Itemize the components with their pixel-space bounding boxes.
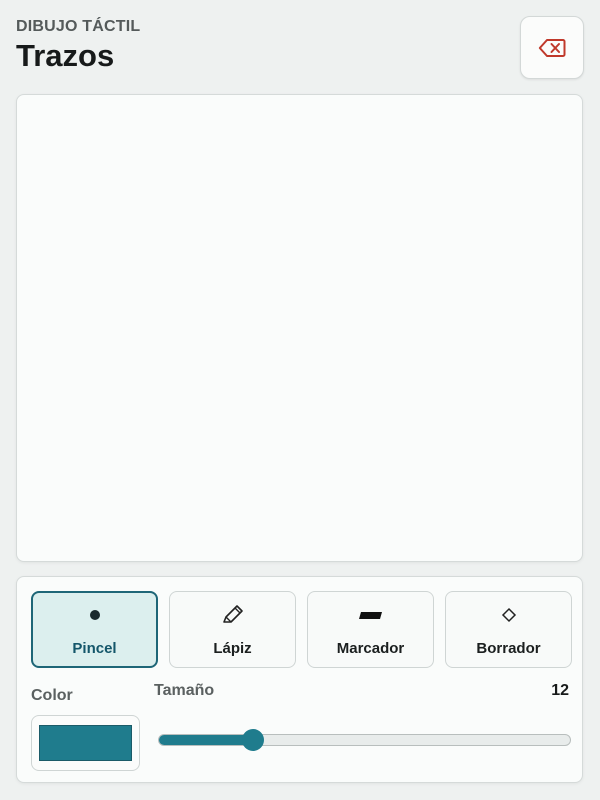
tool-lapiz-button[interactable]: Lápiz [169, 591, 296, 668]
eraser-diamond-icon [501, 602, 517, 628]
tool-label: Pincel [72, 640, 117, 657]
page-title: Trazos [16, 38, 115, 73]
tool-label: Marcador [336, 640, 405, 657]
app-eyebrow: DIBUJO TÁCTIL [16, 18, 141, 35]
color-picker[interactable] [31, 715, 140, 771]
slider-fill [159, 735, 254, 745]
tool-pincel-button[interactable]: Pincel [31, 591, 158, 668]
brush-dot-icon [89, 602, 101, 628]
drawing-canvas[interactable] [16, 94, 583, 562]
pencil-icon [221, 602, 245, 628]
tool-marcador-button[interactable]: Marcador [307, 591, 434, 668]
size-slider[interactable] [158, 728, 571, 752]
tool-panel: Pincel Lápiz Marcador Borrador Color Tam… [16, 576, 583, 783]
tool-borrador-button[interactable]: Borrador [445, 591, 572, 668]
backspace-icon [538, 38, 566, 57]
tool-selector: Pincel Lápiz Marcador Borrador [31, 591, 572, 668]
size-value: 12 [551, 682, 569, 699]
size-label: Tamaño [154, 682, 215, 699]
tool-label: Lápiz [213, 640, 252, 657]
slider-thumb[interactable] [241, 729, 264, 751]
clear-canvas-button[interactable] [520, 16, 584, 79]
drawing-app: DIBUJO TÁCTIL Trazos Pincel Lápiz Marcad… [0, 0, 600, 800]
slider-track [158, 734, 571, 746]
tool-label: Borrador [476, 640, 541, 657]
color-swatch [39, 725, 132, 761]
color-label: Color [31, 687, 73, 704]
marker-icon [358, 602, 384, 628]
header: DIBUJO TÁCTIL Trazos [16, 18, 140, 74]
